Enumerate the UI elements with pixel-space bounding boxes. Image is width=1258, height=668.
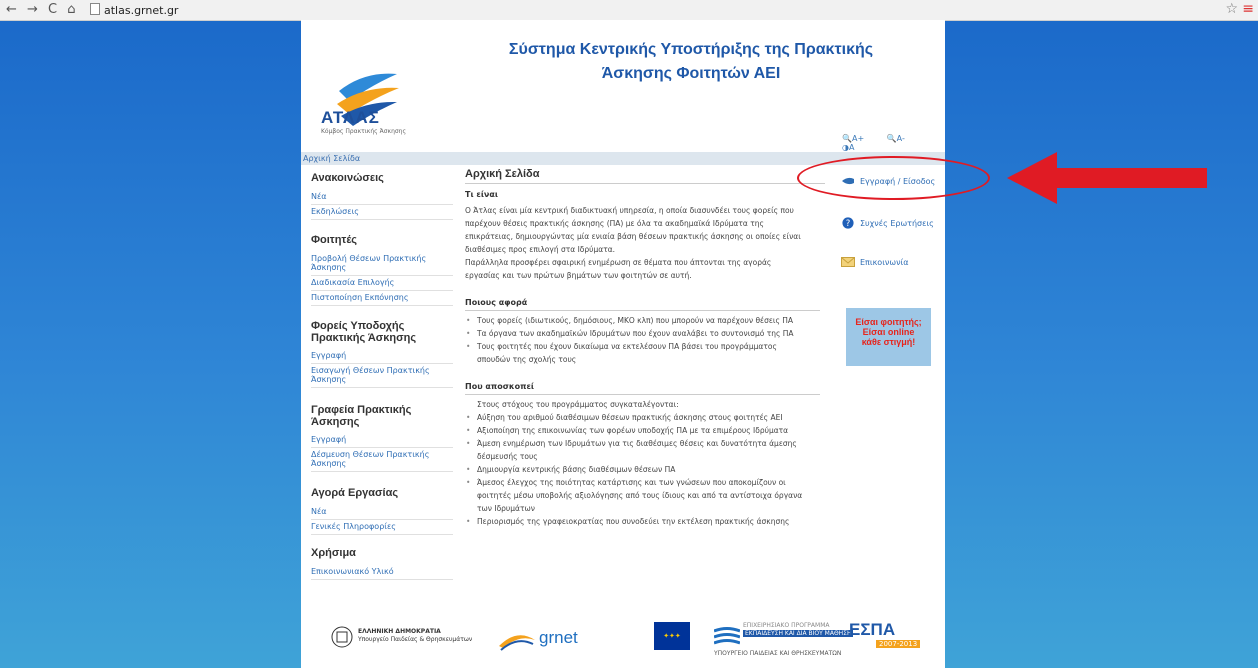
question-icon: ? — [842, 217, 854, 229]
sidebar-item-general-info[interactable]: Γενικές Πληροφορίες — [311, 520, 453, 535]
goals-intro: Στους στόχους του προγράμματος συγκαταλέ… — [477, 400, 679, 409]
contact-label: Επικοινωνία — [860, 258, 909, 267]
annotation-arrow-icon — [1007, 152, 1207, 204]
sidebar-item-add-positions[interactable]: Εισαγωγή Θέσεων Πρακτικής Άσκησης — [311, 364, 453, 388]
envelope-icon — [841, 257, 855, 267]
sidebar-market: Αγορά Εργασίας Νέα Γενικές Πληροφορίες — [311, 487, 453, 535]
gov-ministry: Υπουργείο Παιδείας & Θρησκευμάτων — [358, 636, 473, 643]
browser-nav-icons[interactable]: ← → C ⌂ — [6, 2, 79, 17]
menu-icon[interactable]: ≡ — [1242, 1, 1254, 17]
logo-text: ΑΤΛΑΣ — [321, 108, 380, 127]
page-title: Αρχική Σελίδα — [465, 168, 825, 184]
sidebar-item-certification[interactable]: Πιστοποίηση Εκπόνησης — [311, 291, 453, 306]
op-wave-icon — [714, 627, 740, 645]
section-divider — [465, 394, 820, 395]
url-text: atlas.grnet.gr — [104, 4, 179, 17]
list-item: Τους φοιτητές που έχουν δικαίωμα να εκτε… — [465, 340, 825, 353]
sidebar-item-host-register[interactable]: Εγγραφή — [311, 349, 453, 364]
sidebar-item-reserve-positions[interactable]: Δέσμευση Θέσεων Πρακτικής Άσκησης — [311, 448, 453, 472]
paragraph-line: διαθέσιμες προς επιλογή στα Ιδρύματα. — [465, 245, 616, 254]
sidebar-heading-announcements: Ανακοινώσεις — [311, 172, 384, 184]
list-item: Αξιοποίηση της επικοινωνίας των φορέων υ… — [465, 424, 825, 437]
footer-sponsors: ΕΛΛΗΝΙΚΗ ΔΗΜΟΚΡΑΤΙΑ Υπουργείο Παιδείας &… — [301, 618, 945, 668]
faq-link[interactable]: ? Συχνές Ερωτήσεις — [841, 217, 934, 229]
accessibility-controls: 🔍A+ 🔍A- ◑A — [842, 134, 945, 152]
annotation-highlight-oval — [797, 156, 990, 200]
op-ministry: ΥΠΟΥΡΓΕΙΟ ΠΑΙΔΕΙΑΣ ΚΑΙ ΘΡΗΣΚΕΥΜΑΤΩΝ — [714, 650, 842, 657]
font-decrease-button[interactable]: 🔍A- — [887, 134, 915, 143]
sidebar-heading-useful: Χρήσιμα — [311, 547, 356, 559]
gov-name: ΕΛΛΗΝΙΚΗ ΔΗΜΟΚΡΑΤΙΑ — [358, 628, 441, 635]
sidebar-item-events[interactable]: Εκδηλώσεις — [311, 205, 453, 220]
section-title-who: Ποιους αφορά — [465, 298, 528, 307]
grnet-text: grnet — [539, 628, 578, 647]
bookmark-star-icon[interactable]: ☆ — [1225, 1, 1238, 17]
sidebar-heading-students: Φοιτητές — [311, 234, 358, 246]
list-item-continuation: φοιτητές μέσω υποβολής αξιολόγησης από τ… — [477, 491, 803, 500]
page-container: ΑΤΛΑΣ Κόμβος Πρακτικής Άσκησης Σύστημα Κ… — [301, 20, 945, 668]
main-content: Αρχική Σελίδα Τι είναι Ο Άτλας είναι μία… — [465, 168, 825, 528]
sidebar-item-view-positions[interactable]: Προβολή Θέσεων Πρακτικής Άσκησης — [311, 252, 453, 276]
promo-line2: Είσαι online — [862, 327, 915, 337]
sidebar-heading-offices: Γραφεία Πρακτικής Άσκησης — [311, 404, 412, 428]
browser-toolbar: ← → C ⌂ atlas.grnet.gr ☆ ≡ — [0, 0, 1258, 21]
student-promo-banner[interactable]: Είσαι φοιτητής; Είσαι online κάθε στιγμή… — [846, 308, 931, 366]
list-item: Άμεσος έλεγχος της ποιότητας κατάρτισης … — [465, 476, 825, 489]
font-increase-button[interactable]: 🔍A+ — [842, 134, 874, 143]
contrast-button[interactable]: ◑A — [842, 143, 864, 152]
sidebar-item-selection-process[interactable]: Διαδικασία Επιλογής — [311, 276, 453, 291]
section-divider — [465, 310, 820, 311]
sidebar-useful: Χρήσιμα Επικοινωνιακό Υλικό — [311, 547, 453, 580]
list-item-continuation: σπουδών της σχολής τους — [477, 355, 577, 364]
list-item: Περιορισμός της γραφειοκρατίας που συνοδ… — [465, 515, 825, 528]
site-title: Σύστημα Κεντρικής Υποστήριξης της Πρακτι… — [461, 38, 921, 86]
sidebar-students: Φοιτητές Προβολή Θέσεων Πρακτικής Άσκηση… — [311, 234, 453, 306]
address-bar[interactable]: atlas.grnet.gr — [90, 3, 178, 17]
op-title: ΕΠΙΧΕΙΡΗΣΙΑΚΟ ΠΡΟΓΡΑΜΜΑ — [743, 622, 830, 629]
sidebar-hosts: Φορείς Υποδοχής Πρακτικής Άσκησης Εγγραφ… — [311, 320, 453, 388]
sidebar-item-market-news[interactable]: Νέα — [311, 505, 453, 520]
list-item-continuation: των Ιδρυμάτων — [477, 504, 535, 513]
list-item-continuation: δέσμευσής τους — [477, 452, 538, 461]
logo-subtitle: Κόμβος Πρακτικής Άσκησης — [321, 128, 406, 135]
espa-years: 2007-2013 — [876, 640, 921, 648]
greek-emblem-icon — [331, 626, 353, 648]
sidebar-offices: Γραφεία Πρακτικής Άσκησης Εγγραφή Δέσμευ… — [311, 404, 453, 472]
svg-text:?: ? — [846, 219, 851, 229]
site-title-line2: Άσκησης Φοιτητών ΑΕΙ — [601, 65, 781, 82]
sidebar-heading-hosts: Φορείς Υποδοχής Πρακτικής Άσκησης — [311, 320, 417, 344]
grnet-logo-icon — [499, 635, 535, 651]
sidebar-item-comm-material[interactable]: Επικοινωνιακό Υλικό — [311, 565, 453, 580]
list-item: Τα όργανα των ακαδημαϊκών Ιδρυμάτων που … — [465, 327, 825, 340]
promo-line1: Είσαι φοιτητής; — [855, 317, 922, 327]
section-title-what: Τι είναι — [465, 190, 498, 199]
sidebar-item-office-register[interactable]: Εγγραφή — [311, 433, 453, 448]
site-title-line1: Σύστημα Κεντρικής Υποστήριξης της Πρακτι… — [508, 41, 874, 58]
contrast-label: A — [848, 143, 855, 152]
faq-label: Συχνές Ερωτήσεις — [860, 219, 934, 228]
eu-flag-icon: ✦✦✦ — [654, 622, 690, 650]
espa-logo: ΕΣΠΑ — [849, 620, 896, 639]
list-item: Άμεση ενημέρωση των Ιδρυμάτων για τις δι… — [465, 437, 825, 450]
paragraph-line: Ο Άτλας είναι μία κεντρική διαδικτυακή υ… — [465, 206, 794, 215]
promo-line3: κάθε στιγμή! — [861, 337, 916, 347]
breadcrumb-home-link[interactable]: Αρχική Σελίδα — [303, 154, 360, 163]
paragraph-line: Παράλληλα προσφέρει σφαιρική ενημέρωση σ… — [465, 258, 772, 267]
op-subtitle: ΕΚΠΑΙΔΕΥΣΗ ΚΑΙ ΔΙΑ ΒΙΟΥ ΜΑΘΗΣΗ — [743, 630, 854, 637]
font-decrease-label: A- — [896, 134, 905, 143]
list-item: Δημιουργία κεντρικής βάσης διαθέσιμων θέ… — [465, 463, 825, 476]
sidebar-announcements: Ανακοινώσεις Νέα Εκδηλώσεις — [311, 172, 453, 220]
list-item: Τους φορείς (ιδιωτικούς, δημόσιους, ΜΚΟ … — [465, 314, 825, 327]
page-icon — [90, 3, 100, 15]
paragraph-line: επικράτειας, δημιουργώντας μία ενιαία βά… — [465, 232, 801, 241]
paragraph-line: παρέχουν θέσεις πρακτικής άσκησης (ΠΑ) μ… — [465, 219, 764, 228]
sidebar-heading-market: Αγορά Εργασίας — [311, 487, 399, 499]
eu-stars: ✦✦✦ — [663, 632, 681, 640]
list-item: Αύξηση του αριθμού διαθέσιμων θέσεων πρα… — [465, 411, 825, 424]
paragraph-line: εργασίας και των πρώτων βημάτων των φοιτ… — [465, 271, 692, 280]
sidebar-item-news[interactable]: Νέα — [311, 190, 453, 205]
contact-link[interactable]: Επικοινωνία — [841, 256, 909, 268]
font-increase-label: A+ — [851, 134, 865, 143]
section-title-goals: Που αποσκοπεί — [465, 382, 535, 391]
